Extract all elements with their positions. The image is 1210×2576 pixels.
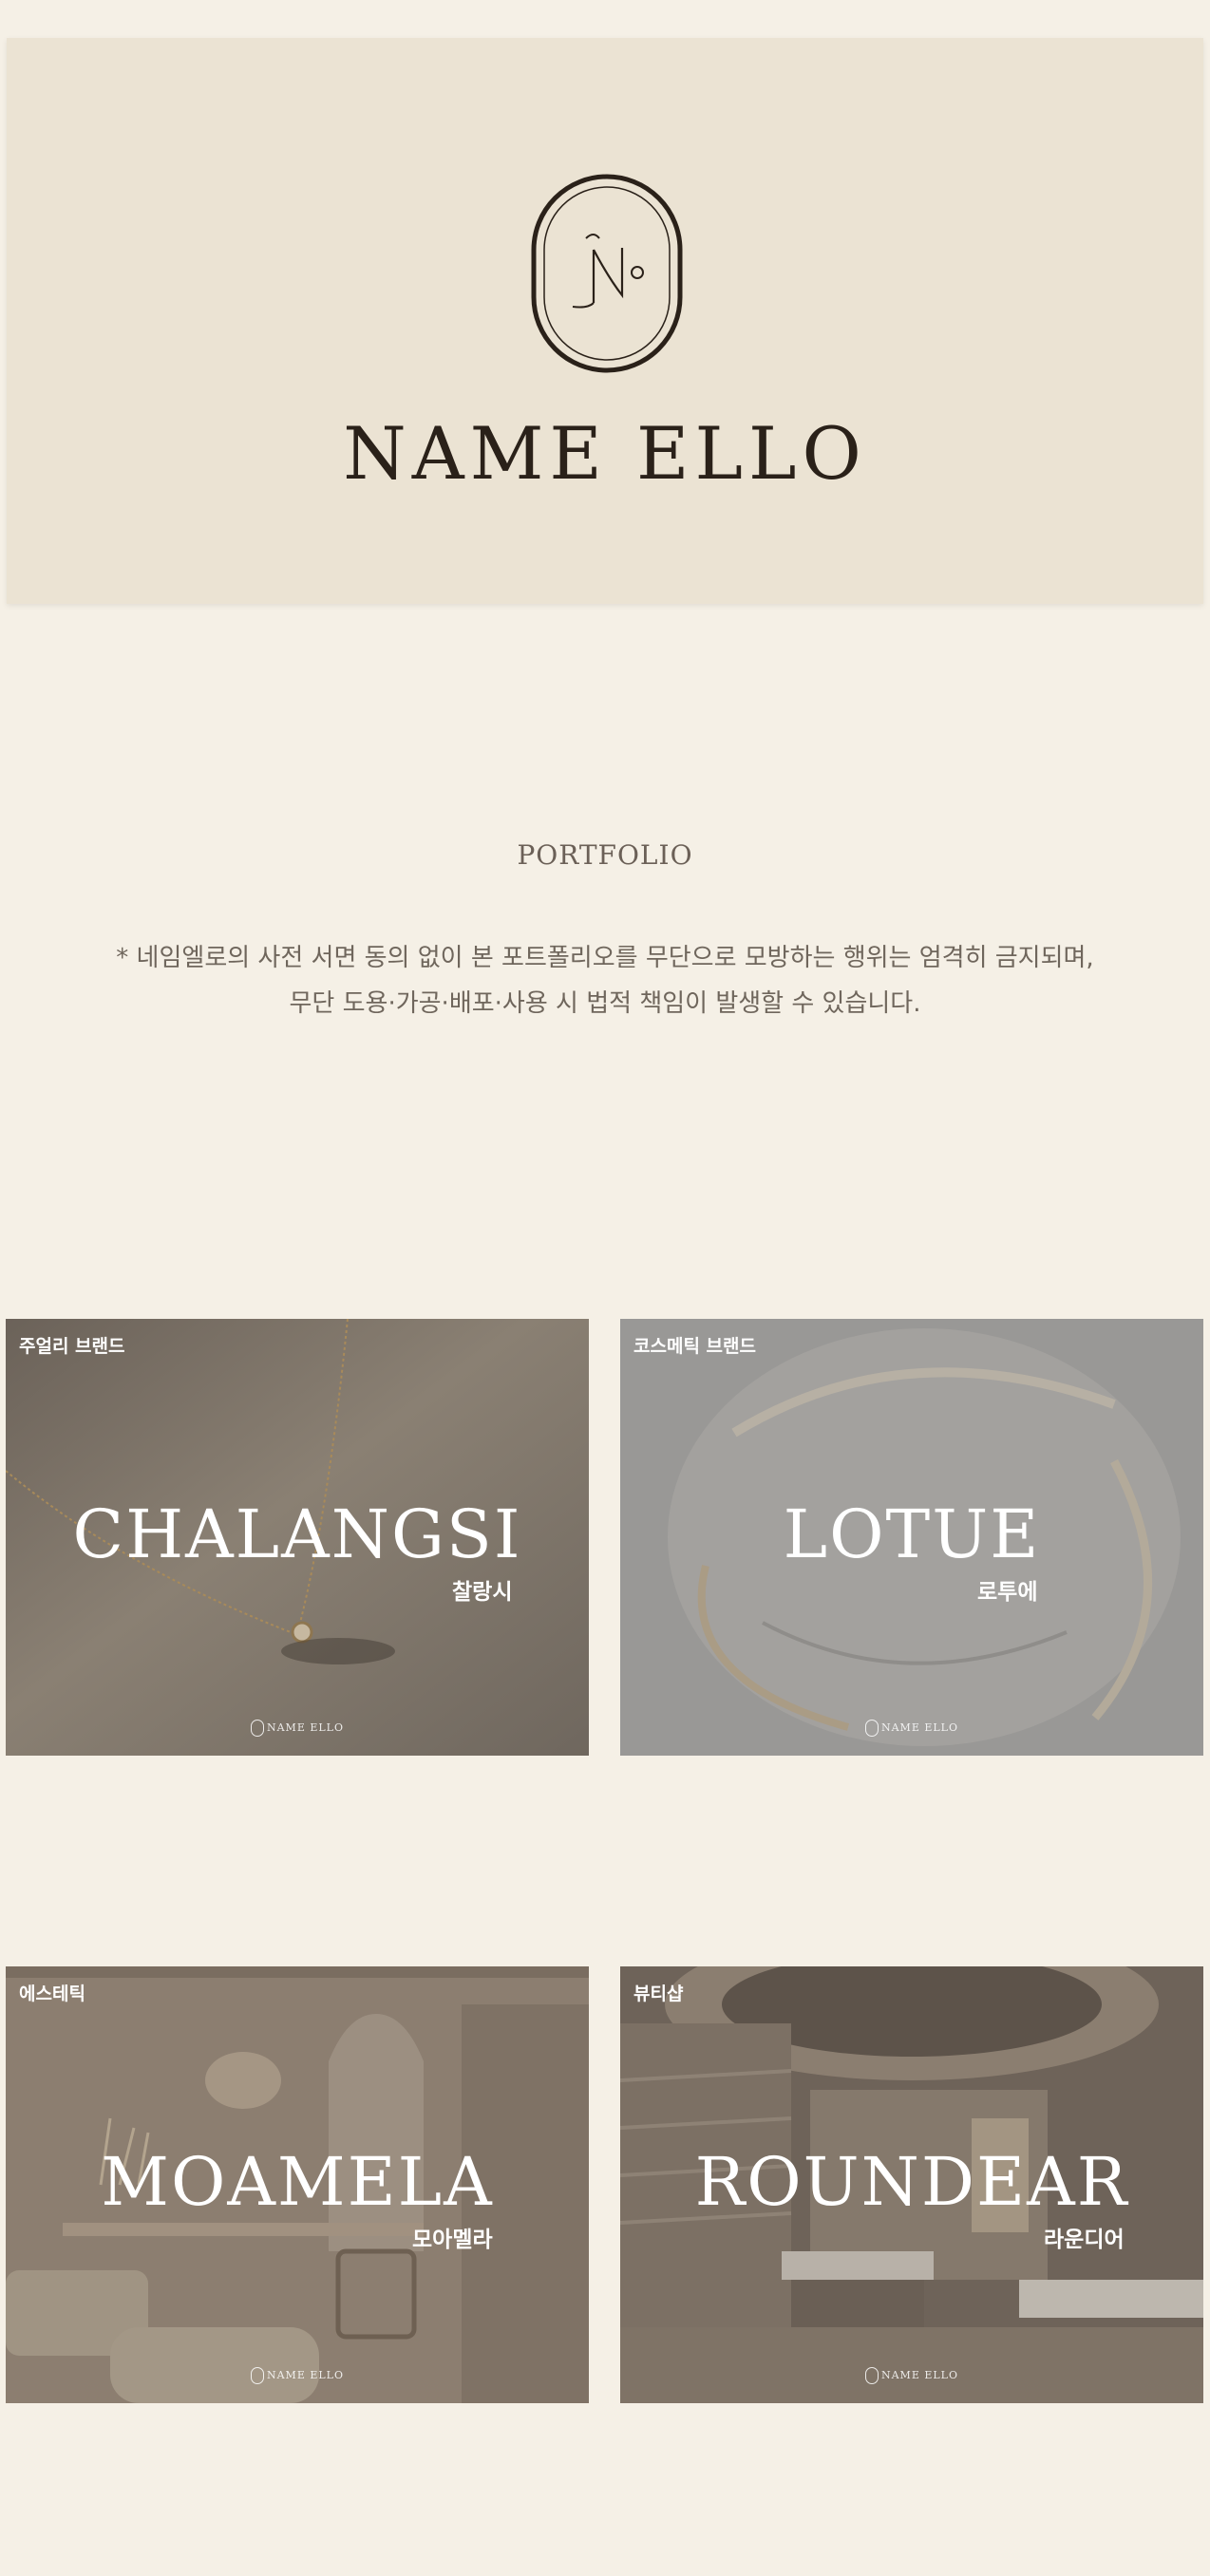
card-title: ROUNDEAR	[694, 2143, 1129, 2221]
portfolio-card-chalangsi[interactable]: 주얼리 브랜드 CHALANGSI 찰랑시 NAME ELLO	[6, 1319, 589, 1756]
card-watermark: NAME ELLO	[6, 2367, 589, 2384]
card-title: LOTUE	[783, 1495, 1041, 1573]
card-category-tag: 주얼리 브랜드	[19, 1336, 125, 1357]
brand-logo-icon	[531, 174, 683, 373]
portfolio-title: PORTFOLIO	[517, 839, 693, 871]
card-category-tag: 코스메틱 브랜드	[633, 1336, 756, 1357]
hero-banner: NAME ELLO	[7, 38, 1203, 604]
card-subtitle: 찰랑시	[452, 1580, 513, 1605]
mini-logo-icon	[250, 2367, 264, 2384]
card-subtitle: 로투에	[977, 1580, 1038, 1605]
portfolio-card-roundear[interactable]: 뷰티샵 ROUNDEAR 라운디어 NAME ELLO	[620, 1966, 1203, 2403]
mini-logo-icon	[250, 1720, 264, 1737]
brand-name: NAME ELLO	[343, 411, 867, 496]
card-category-tag: 에스테틱	[19, 1984, 85, 2004]
card-subtitle: 라운디어	[1044, 2228, 1125, 2252]
card-watermark: NAME ELLO	[620, 1720, 1203, 1737]
card-category-tag: 뷰티샵	[633, 1984, 684, 2004]
card-title: CHALANGSI	[72, 1495, 522, 1573]
card-watermark: NAME ELLO	[6, 1720, 589, 1737]
copyright-notice: * 네임엘로의 사전 서면 동의 없이 본 포트폴리오를 무단으로 모방하는 행…	[0, 935, 1210, 1026]
notice-line-1: * 네임엘로의 사전 서면 동의 없이 본 포트폴리오를 무단으로 모방하는 행…	[116, 944, 1094, 972]
card-title: MOAMELA	[101, 2143, 494, 2221]
mini-logo-icon	[864, 2367, 879, 2384]
card-subtitle: 모아멜라	[412, 2228, 493, 2252]
portfolio-card-lotue[interactable]: 코스메틱 브랜드 LOTUE 로투에 NAME ELLO	[620, 1319, 1203, 1756]
mini-logo-icon	[864, 1720, 879, 1737]
card-watermark: NAME ELLO	[620, 2367, 1203, 2384]
portfolio-card-moamela[interactable]: 에스테틱 MOAMELA 모아멜라 NAME ELLO	[6, 1966, 589, 2403]
notice-line-2: 무단 도용·가공·배포·사용 시 법적 책임이 발생할 수 있습니다.	[289, 989, 921, 1018]
